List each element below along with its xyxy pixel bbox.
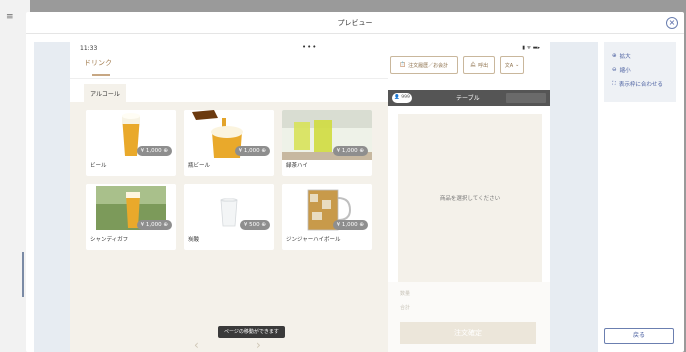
menu-item-name: 炭酸 bbox=[188, 237, 200, 243]
price-badge: ¥ 1,000 ⊕ bbox=[234, 146, 270, 156]
more-dots-icon: ••• bbox=[302, 43, 318, 51]
table-bar: 👤 999 テーブル bbox=[388, 90, 550, 106]
preview-modal: プレビュー × 11:33 ••• ▮ ᯤ ▬▸ ドリンク 📋 注文履歴／お会計… bbox=[26, 12, 684, 352]
menu-item-card[interactable]: ¥ 1,000 ⊕ シャンディガフ bbox=[86, 184, 176, 250]
zoom-in-label: 拡大 bbox=[619, 54, 631, 60]
menu-item-name: 緑茶ハイ bbox=[286, 163, 308, 169]
quantity-label: 数量 bbox=[400, 291, 411, 297]
order-placeholder: 商品を選択してください bbox=[439, 196, 501, 202]
zoom-out-button[interactable]: ⊖ 縮小 bbox=[612, 66, 631, 74]
menu-item-name: 瓶ビール bbox=[188, 163, 211, 169]
price-badge: ¥ 1,000 ⊕ bbox=[136, 220, 172, 230]
people-count-badge: 👤 999 bbox=[392, 93, 412, 103]
order-pane: 👤 999 テーブル 商品を選択してください 数量 合計 注文確定 bbox=[388, 42, 550, 352]
table-label: テーブル bbox=[456, 95, 480, 102]
price-badge: ¥ 500 ⊕ bbox=[239, 220, 270, 230]
hamburger-icon: ≡ bbox=[6, 12, 14, 22]
zoom-out-icon: ⊖ bbox=[612, 67, 617, 73]
fit-to-frame-button[interactable]: ⛶ 表示枠に合わせる bbox=[612, 80, 663, 89]
pager-tooltip: ページの移動ができます bbox=[218, 326, 285, 338]
menu-grid: ¥ 1,000 ⊕ ビール ¥ 1,000 ⊕ 瓶ビール ¥ 1,000 ⊕ 緑… bbox=[70, 102, 388, 352]
background-divider bbox=[22, 252, 24, 297]
tab-drink[interactable]: ドリンク bbox=[84, 58, 112, 68]
menu-item-card[interactable]: ¥ 1,000 ⊕ ビール bbox=[86, 110, 176, 176]
menu-item-card[interactable]: ¥ 1,000 ⊕ 瓶ビール bbox=[184, 110, 274, 176]
zoom-panel: ⊕ 拡大 ⊖ 縮小 ⛶ 表示枠に合わせる bbox=[604, 42, 676, 102]
confirm-order-button[interactable]: 注文確定 bbox=[400, 322, 536, 344]
modal-header: プレビュー × bbox=[26, 12, 684, 34]
tab-divider bbox=[70, 78, 388, 79]
device-screen: 11:33 ••• ▮ ᯤ ▬▸ ドリンク 📋 注文履歴／お会計 🛎 呼出 文A… bbox=[70, 42, 550, 352]
tab-underline bbox=[92, 74, 110, 76]
modal-title: プレビュー bbox=[337, 19, 373, 27]
fit-to-frame-label: 表示枠に合わせる bbox=[618, 82, 663, 88]
zoom-in-button[interactable]: ⊕ 拡大 bbox=[612, 52, 631, 60]
order-summary: 数量 合計 注文確定 bbox=[388, 282, 550, 352]
tab-alcohol[interactable]: アルコール bbox=[84, 84, 126, 102]
close-icon: × bbox=[668, 18, 676, 27]
chevron-right-icon[interactable]: › bbox=[256, 338, 261, 352]
chevron-left-icon[interactable]: ‹ bbox=[194, 338, 199, 352]
close-button[interactable]: × bbox=[666, 17, 678, 29]
menu-item-name: シャンディガフ bbox=[90, 237, 129, 243]
menu-item-card[interactable]: ¥ 500 ⊕ 炭酸 bbox=[184, 184, 274, 250]
total-label: 合計 bbox=[400, 305, 411, 311]
status-time: 11:33 bbox=[80, 45, 98, 52]
price-badge: ¥ 1,000 ⊕ bbox=[136, 146, 172, 156]
price-badge: ¥ 1,000 ⊕ bbox=[332, 220, 368, 230]
table-action-button[interactable] bbox=[506, 93, 546, 103]
order-list: 商品を選択してください bbox=[398, 114, 542, 282]
menu-item-card[interactable]: ¥ 1,000 ⊕ 緑茶ハイ bbox=[282, 110, 372, 176]
price-badge: ¥ 1,000 ⊕ bbox=[332, 146, 368, 156]
fit-screen-icon: ⛶ bbox=[612, 80, 616, 87]
zoom-in-icon: ⊕ bbox=[612, 53, 617, 59]
menu-item-name: ビール bbox=[90, 163, 107, 169]
menu-item-name: ジンジャーハイボール bbox=[286, 237, 341, 243]
zoom-out-label: 縮小 bbox=[619, 68, 631, 74]
back-button[interactable]: 戻る bbox=[604, 328, 674, 344]
menu-item-card[interactable]: ¥ 1,000 ⊕ ジンジャーハイボール bbox=[282, 184, 372, 250]
